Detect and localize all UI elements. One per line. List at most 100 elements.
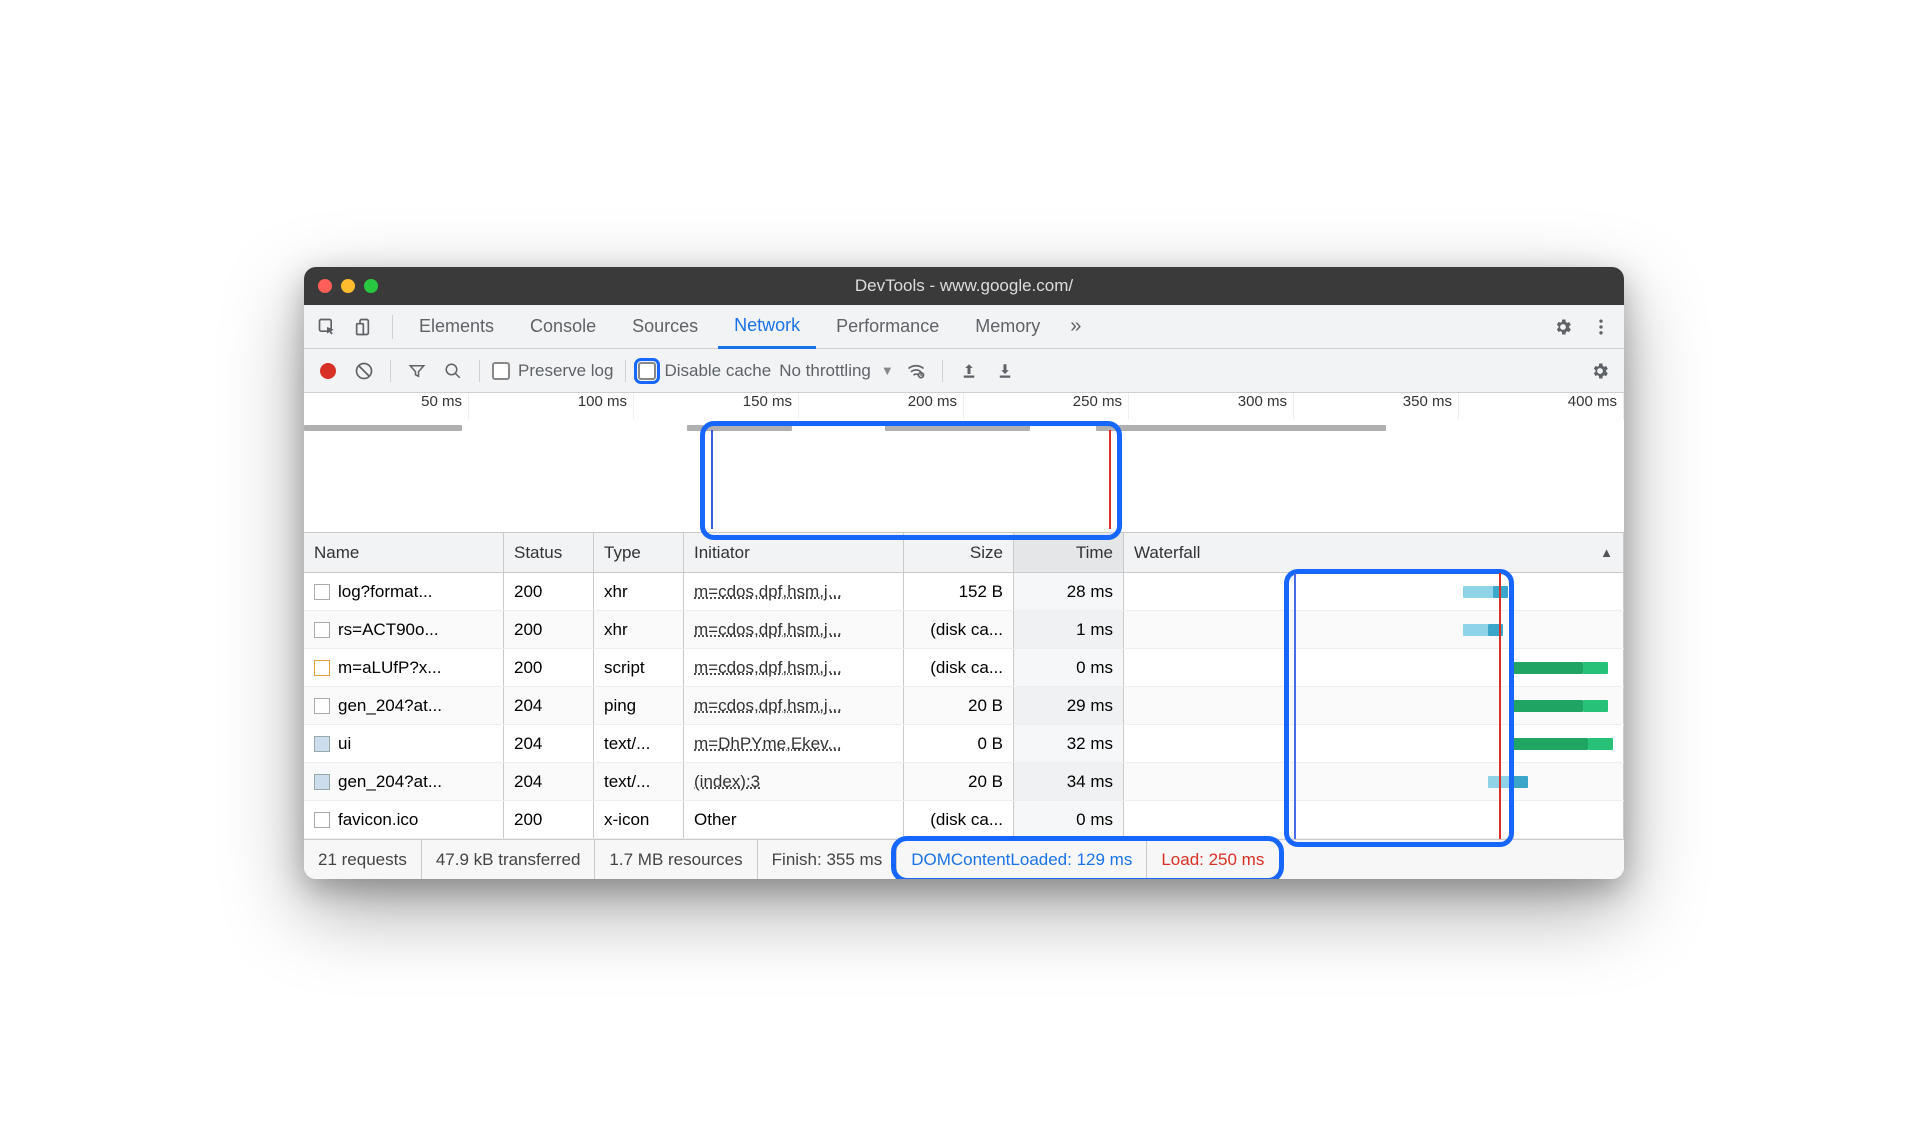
filter-icon[interactable]	[403, 357, 431, 385]
domcontentloaded-line	[1294, 573, 1296, 839]
col-status[interactable]: Status	[504, 533, 594, 572]
file-icon	[314, 698, 330, 714]
request-initiator[interactable]: m=DhPYme,Ekev...	[684, 725, 904, 762]
file-icon	[314, 660, 330, 676]
settings-icon[interactable]	[1546, 310, 1580, 344]
col-waterfall[interactable]: Waterfall ▲	[1124, 533, 1624, 572]
disable-cache-label: Disable cache	[664, 361, 771, 381]
throttling-label: No throttling	[779, 361, 871, 381]
tick: 200 ms	[799, 393, 964, 419]
request-size: (disk ca...	[904, 611, 1014, 648]
kebab-menu-icon[interactable]	[1584, 310, 1618, 344]
status-resources: 1.7 MB resources	[595, 840, 757, 879]
highlight-annotation	[700, 421, 1122, 540]
request-type: script	[594, 649, 684, 686]
overview-ticks: 50 ms 100 ms 150 ms 200 ms 250 ms 300 ms…	[304, 393, 1624, 419]
highlight-annotation	[1284, 569, 1514, 847]
request-size: 20 B	[904, 687, 1014, 724]
request-type: xhr	[594, 611, 684, 648]
throttling-select[interactable]: No throttling ▼	[779, 361, 894, 381]
request-type: xhr	[594, 573, 684, 610]
request-status: 200	[504, 801, 594, 838]
request-name: rs=ACT90o...	[338, 620, 439, 640]
preserve-log-label: Preserve log	[518, 361, 613, 381]
tab-performance[interactable]: Performance	[820, 305, 955, 349]
file-icon	[314, 736, 330, 752]
tab-memory[interactable]: Memory	[959, 305, 1056, 349]
request-initiator[interactable]: m=cdos,dpf,hsm,j...	[684, 687, 904, 724]
tick: 50 ms	[304, 393, 469, 419]
request-initiator[interactable]: m=cdos,dpf,hsm,j...	[684, 649, 904, 686]
caret-down-icon: ▼	[881, 363, 894, 378]
status-transferred: 47.9 kB transferred	[422, 840, 596, 879]
request-initiator[interactable]: Other	[684, 801, 904, 838]
tick: 300 ms	[1129, 393, 1294, 419]
request-status: 204	[504, 725, 594, 762]
tick: 250 ms	[964, 393, 1129, 419]
request-status: 200	[504, 573, 594, 610]
request-time: 0 ms	[1014, 649, 1124, 686]
window-title: DevTools - www.google.com/	[304, 276, 1624, 296]
search-icon[interactable]	[439, 357, 467, 385]
request-type: x-icon	[594, 801, 684, 838]
network-toolbar: Preserve log Disable cache No throttling…	[304, 349, 1624, 393]
request-size: (disk ca...	[904, 801, 1014, 838]
load-line	[1499, 573, 1501, 839]
tab-elements[interactable]: Elements	[403, 305, 510, 349]
disable-cache-checkbox[interactable]: Disable cache	[638, 361, 771, 381]
request-type: ping	[594, 687, 684, 724]
sort-arrow-icon: ▲	[1600, 545, 1613, 560]
request-type: text/...	[594, 725, 684, 762]
overview-ruler[interactable]: 50 ms 100 ms 150 ms 200 ms 250 ms 300 ms…	[304, 393, 1624, 533]
request-time: 29 ms	[1014, 687, 1124, 724]
request-size: (disk ca...	[904, 649, 1014, 686]
request-name: favicon.ico	[338, 810, 418, 830]
download-har-icon[interactable]	[991, 357, 1019, 385]
divider	[392, 315, 393, 339]
col-type[interactable]: Type	[594, 533, 684, 572]
request-status: 200	[504, 649, 594, 686]
request-name: ui	[338, 734, 351, 754]
status-domcontentloaded: DOMContentLoaded: 129 ms	[897, 840, 1147, 879]
file-icon	[314, 774, 330, 790]
inspect-icon[interactable]	[310, 310, 344, 344]
request-time: 32 ms	[1014, 725, 1124, 762]
status-load: Load: 250 ms	[1147, 840, 1278, 879]
request-size: 152 B	[904, 573, 1014, 610]
upload-har-icon[interactable]	[955, 357, 983, 385]
request-time: 0 ms	[1014, 801, 1124, 838]
request-status: 204	[504, 687, 594, 724]
tab-sources[interactable]: Sources	[616, 305, 714, 349]
request-initiator[interactable]: m=cdos,dpf,hsm,j...	[684, 573, 904, 610]
more-tabs-icon[interactable]: »	[1060, 315, 1091, 338]
request-type: text/...	[594, 763, 684, 800]
tick: 400 ms	[1459, 393, 1624, 419]
device-toggle-icon[interactable]	[348, 310, 382, 344]
tab-network[interactable]: Network	[718, 305, 816, 349]
network-conditions-icon[interactable]	[902, 357, 930, 385]
request-time: 34 ms	[1014, 763, 1124, 800]
status-finish: Finish: 355 ms	[758, 840, 898, 879]
devtools-window: DevTools - www.google.com/ Elements Cons…	[304, 267, 1624, 879]
request-name: gen_204?at...	[338, 772, 442, 792]
clear-icon[interactable]	[350, 357, 378, 385]
request-name: m=aLUfP?x...	[338, 658, 441, 678]
file-icon	[314, 584, 330, 600]
preserve-log-checkbox[interactable]: Preserve log	[492, 361, 613, 381]
tick: 100 ms	[469, 393, 634, 419]
request-name: log?format...	[338, 582, 433, 602]
file-icon	[314, 812, 330, 828]
request-initiator[interactable]: (index):3	[684, 763, 904, 800]
col-name[interactable]: Name	[304, 533, 504, 572]
tab-console[interactable]: Console	[514, 305, 612, 349]
request-initiator[interactable]: m=cdos,dpf,hsm,j...	[684, 611, 904, 648]
panel-tabs: Elements Console Sources Network Perform…	[304, 305, 1624, 349]
tick: 150 ms	[634, 393, 799, 419]
record-button[interactable]	[314, 357, 342, 385]
request-name: gen_204?at...	[338, 696, 442, 716]
network-settings-icon[interactable]	[1586, 357, 1614, 385]
titlebar: DevTools - www.google.com/	[304, 267, 1624, 305]
tick: 350 ms	[1294, 393, 1459, 419]
request-status: 200	[504, 611, 594, 648]
status-requests: 21 requests	[304, 840, 422, 879]
